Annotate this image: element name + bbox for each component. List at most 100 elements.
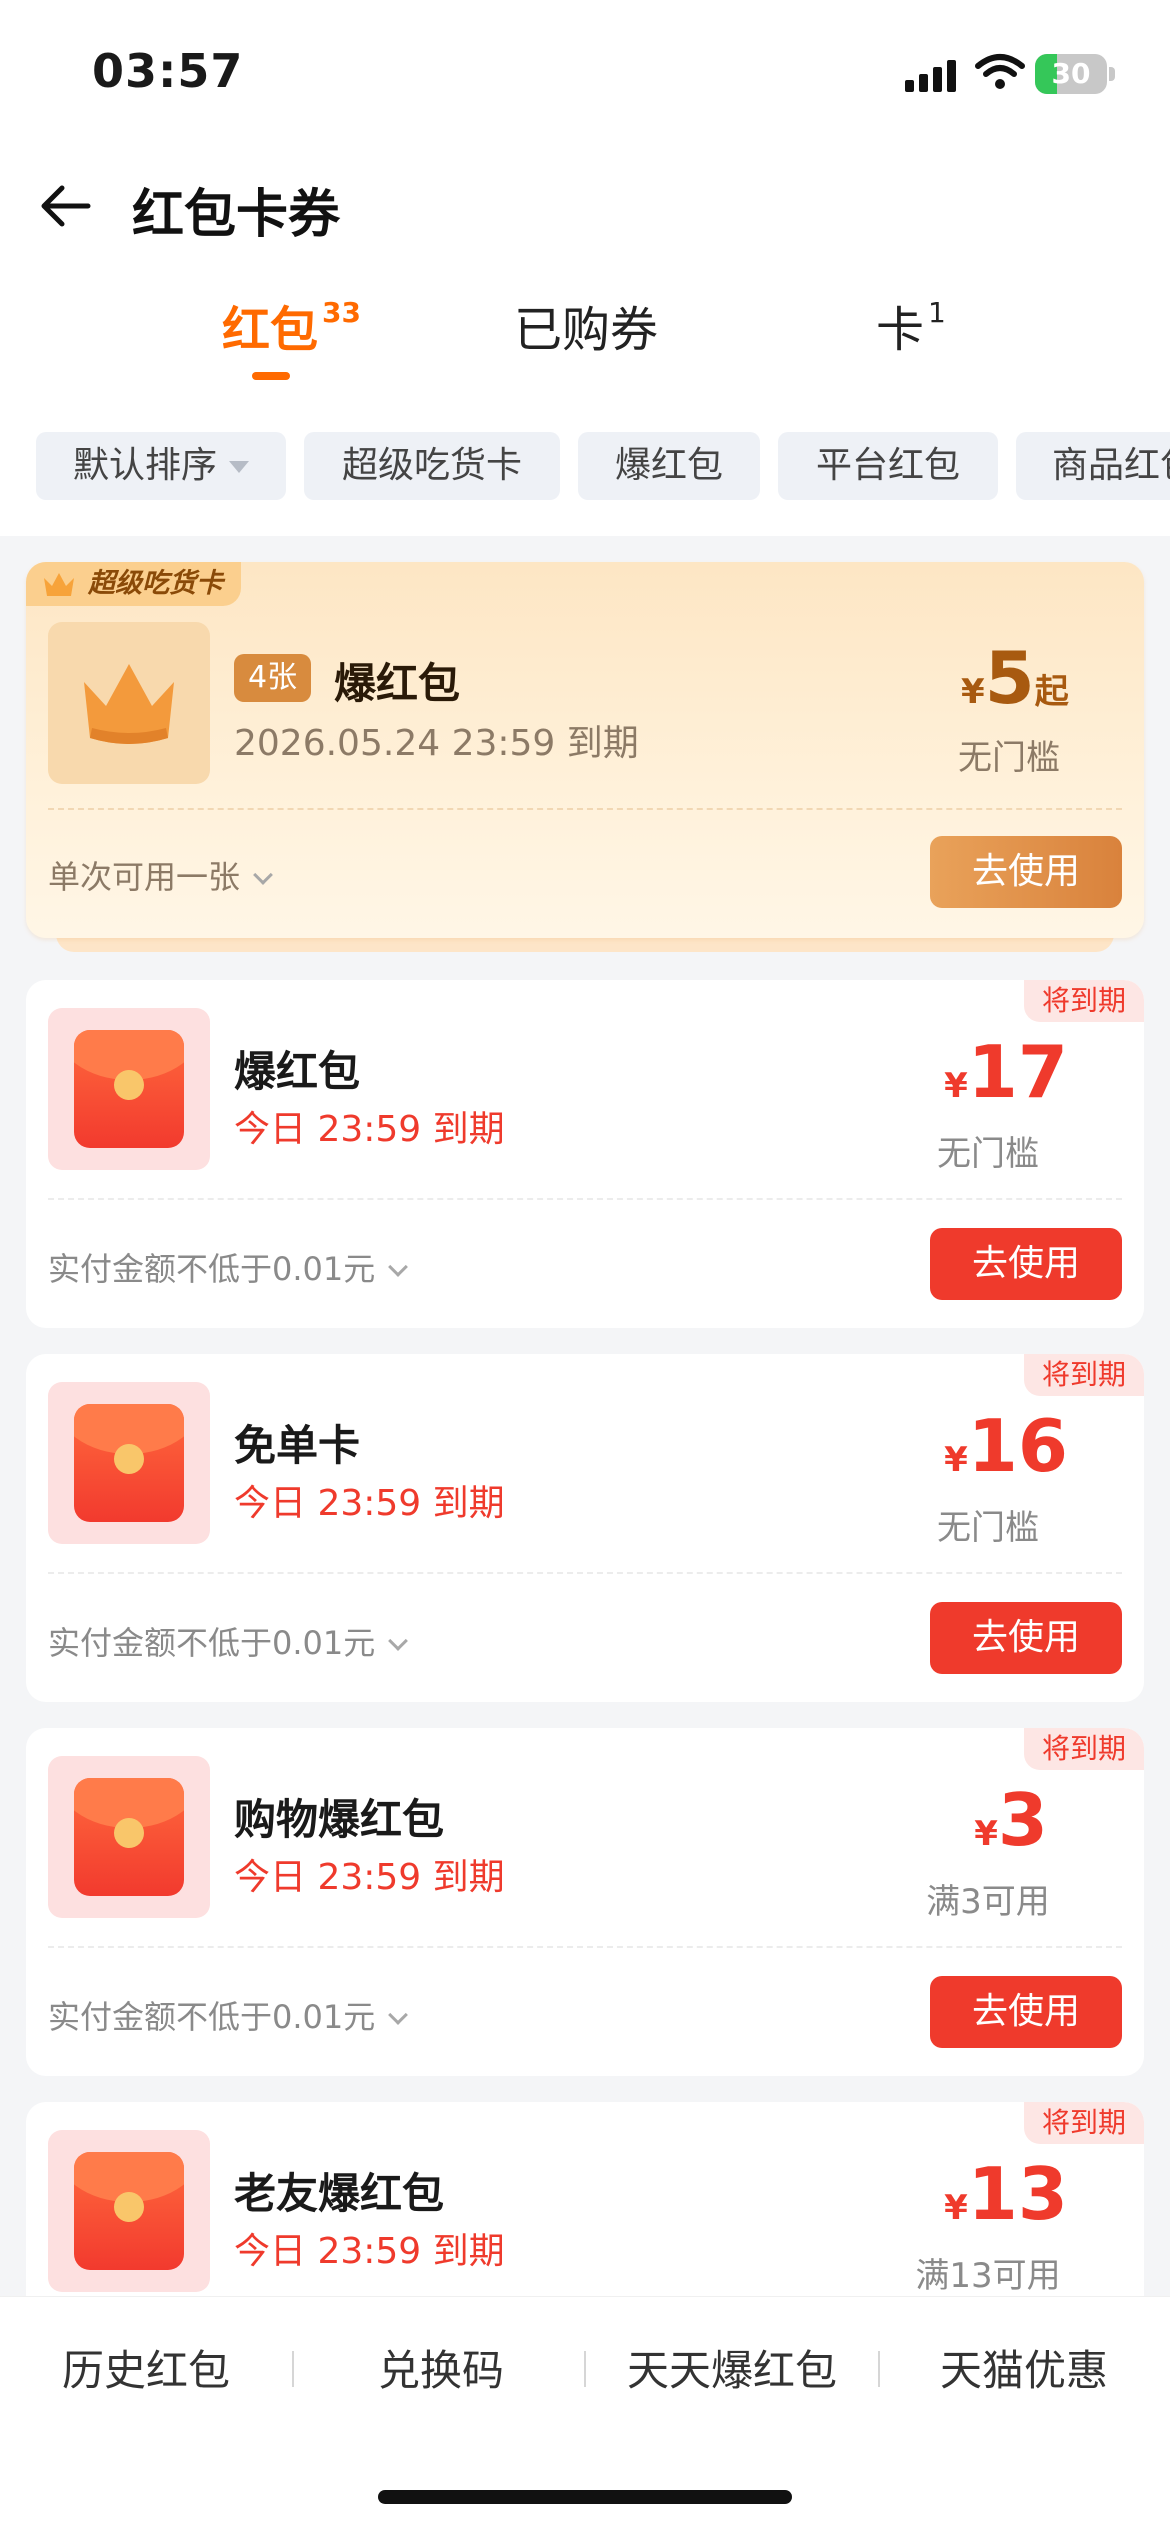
red-envelope-icon xyxy=(74,1030,184,1148)
coupon-amount: ¥13 xyxy=(944,2152,1068,2236)
expiring-tag: 将到期 xyxy=(1023,2102,1144,2144)
status-bar: 03:57 30 xyxy=(0,0,1170,140)
featured-coupon-card[interactable]: 超级吃货卡 4张 爆红包 2026.05.24 23:59 到期 ¥5起 无门槛… xyxy=(26,562,1144,938)
red-envelope-icon xyxy=(74,1404,184,1522)
amount-value: 16 xyxy=(967,1404,1068,1488)
crown-icon xyxy=(44,573,74,596)
tab-label: 红包 xyxy=(222,302,319,358)
chevron-down-icon xyxy=(388,1631,409,1651)
chip-label: 超级吃货卡 xyxy=(341,445,522,486)
redeem-code-link[interactable]: 兑换码 xyxy=(376,2337,506,2398)
usage-condition: 无门槛 xyxy=(958,738,1060,778)
filter-chip-sort[interactable]: 默认排序 xyxy=(36,432,286,500)
daily-bao-hongbao-link[interactable]: 天天爆红包 xyxy=(624,2337,840,2398)
amount-value: 17 xyxy=(967,1030,1068,1114)
use-button[interactable]: 去使用 xyxy=(930,836,1122,908)
tab-label: 已购券 xyxy=(514,302,659,358)
red-packet-thumbnail xyxy=(48,1382,210,1544)
chevron-down-icon xyxy=(388,2005,409,2025)
tmall-deals-link[interactable]: 天猫优惠 xyxy=(938,2337,1110,2398)
coupon-amount: ¥5起 xyxy=(961,636,1069,720)
expiry-date: 今日 23:59 到期 xyxy=(234,2231,505,2272)
coupon-name: 爆红包 xyxy=(234,1047,361,1096)
tab-cards[interactable]: 卡1 xyxy=(876,290,946,360)
filter-chip-bao-hongbao[interactable]: 爆红包 xyxy=(578,432,760,500)
filter-chip-product[interactable]: 商品红包 xyxy=(1016,432,1170,500)
dashed-divider xyxy=(48,808,1122,810)
filter-chip-foodie-card[interactable]: 超级吃货卡 xyxy=(304,432,560,500)
foodie-card-tag: 超级吃货卡 xyxy=(26,562,241,606)
expiry-date: 今日 23:59 到期 xyxy=(234,1109,505,1150)
back-arrow-icon[interactable] xyxy=(38,178,94,234)
tab-purchased-coupons[interactable]: 已购券 xyxy=(514,290,658,360)
chip-label: 平台红包 xyxy=(815,445,960,486)
coupon-amount: ¥16 xyxy=(944,1404,1068,1488)
amount-value: 3 xyxy=(997,1778,1048,1862)
amount-value: 13 xyxy=(967,2152,1068,2236)
chip-label: 商品红包 xyxy=(1052,445,1170,486)
separator xyxy=(292,2351,294,2387)
red-packet-thumbnail xyxy=(48,1756,210,1918)
usage-condition: 满3可用 xyxy=(926,1882,1050,1922)
usage-rule-text: 实付金额不低于0.01元 xyxy=(48,1250,376,1288)
count-badge: 4张 xyxy=(234,654,312,702)
tab-bar: 红包 33 已购券 卡1 xyxy=(0,290,1170,390)
amount-suffix: 起 xyxy=(1034,672,1069,712)
home-indicator xyxy=(378,2490,792,2504)
chevron-down-icon xyxy=(253,865,273,885)
use-button[interactable]: 去使用 xyxy=(930,1602,1122,1674)
use-button[interactable]: 去使用 xyxy=(930,1228,1122,1300)
expiry-date: 今日 23:59 到期 xyxy=(234,1483,505,1524)
coupon-name: 免单卡 xyxy=(234,1421,361,1470)
usage-condition: 无门槛 xyxy=(937,1134,1039,1174)
chevron-down-icon xyxy=(388,1257,409,1277)
expiring-tag: 将到期 xyxy=(1023,1354,1144,1396)
chip-label: 默认排序 xyxy=(72,445,217,486)
dashed-divider xyxy=(48,1198,1122,1200)
coupon-card[interactable]: 将到期 免单卡 今日 23:59 到期 ¥16 无门槛 实付金额不低于0.01元… xyxy=(26,1354,1144,1702)
amount-value: 5 xyxy=(984,636,1035,720)
separator xyxy=(878,2351,880,2387)
caret-down-icon xyxy=(229,461,249,473)
currency-symbol: ¥ xyxy=(961,672,985,712)
use-button[interactable]: 去使用 xyxy=(930,1976,1122,2048)
expiry-date: 今日 23:59 到期 xyxy=(234,1857,505,1898)
usage-rule-text: 实付金额不低于0.01元 xyxy=(48,1624,376,1662)
coupon-name: 老友爆红包 xyxy=(234,2169,445,2218)
filter-chip-row: 默认排序 超级吃货卡 爆红包 平台红包 商品红包 xyxy=(0,432,1170,502)
red-envelope-icon xyxy=(74,2152,184,2270)
cellular-signal-icon xyxy=(905,58,957,92)
crown-icon xyxy=(84,664,174,744)
page-title: 红包卡券 xyxy=(132,185,341,245)
usage-condition: 满13可用 xyxy=(915,2256,1061,2296)
tab-count: 33 xyxy=(322,296,361,329)
usage-rule-toggle[interactable]: 实付金额不低于0.01元 xyxy=(48,1992,409,2038)
tab-red-packets[interactable]: 红包 33 xyxy=(222,290,361,360)
separator xyxy=(584,2351,586,2387)
wifi-icon xyxy=(975,54,1025,89)
coupon-card[interactable]: 将到期 购物爆红包 今日 23:59 到期 ¥3 满3可用 实付金额不低于0.0… xyxy=(26,1728,1144,2076)
battery-percent: 30 xyxy=(1051,57,1091,90)
history-red-packets-link[interactable]: 历史红包 xyxy=(60,2337,232,2398)
usage-condition: 无门槛 xyxy=(937,1508,1039,1548)
expiry-date: 2026.05.24 23:59 到期 xyxy=(234,723,639,764)
expiring-tag: 将到期 xyxy=(1023,1728,1144,1770)
chip-label: 爆红包 xyxy=(614,445,723,486)
currency-symbol: ¥ xyxy=(944,1440,968,1480)
battery-icon: 30 xyxy=(1035,54,1115,94)
coupon-name: 购物爆红包 xyxy=(234,1795,445,1844)
coupon-amount: ¥3 xyxy=(974,1778,1048,1862)
coupon-name: 爆红包 xyxy=(334,659,461,708)
red-packet-thumbnail xyxy=(48,2130,210,2292)
crown-thumbnail xyxy=(48,622,210,784)
currency-symbol: ¥ xyxy=(974,1814,998,1854)
currency-symbol: ¥ xyxy=(944,2188,968,2228)
usage-rule-text: 单次可用一张 xyxy=(48,858,241,896)
usage-rule-toggle[interactable]: 实付金额不低于0.01元 xyxy=(48,1244,409,1290)
filter-chip-platform[interactable]: 平台红包 xyxy=(778,432,998,500)
usage-rule-toggle[interactable]: 单次可用一张 xyxy=(48,852,273,898)
coupon-card[interactable]: 将到期 爆红包 今日 23:59 到期 ¥17 无门槛 实付金额不低于0.01元… xyxy=(26,980,1144,1328)
usage-rule-toggle[interactable]: 实付金额不低于0.01元 xyxy=(48,1618,409,1664)
red-envelope-icon xyxy=(74,1778,184,1896)
active-tab-indicator xyxy=(252,372,290,380)
